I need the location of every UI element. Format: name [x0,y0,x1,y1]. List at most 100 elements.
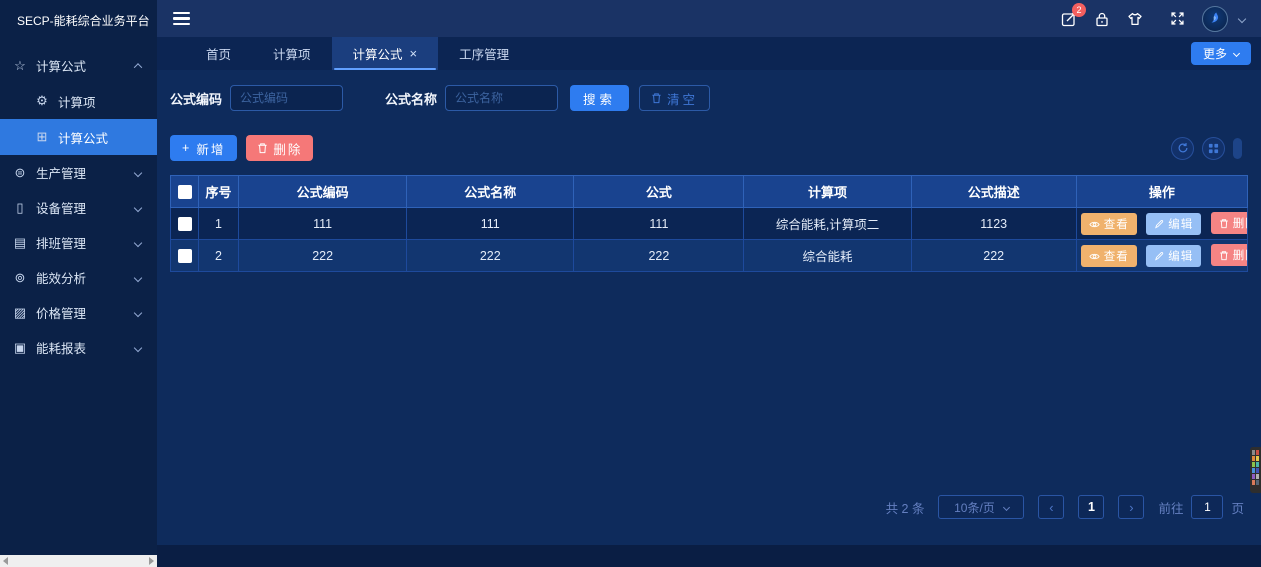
tab-calc-formula[interactable]: 计算公式 × [332,37,439,70]
column-settings-icon[interactable] [1202,137,1225,160]
sidebar-item-production[interactable]: ⊜ 生产管理 [0,155,157,190]
table-row: 1 111 111 111 综合能耗,计算项二 1123 查看 [171,208,1248,240]
sidebar-item-calc-item[interactable]: ⚙ 计算项 [0,83,157,119]
pagination: 共 2 条 10条/页 ‹ 1 › 前往 页 [170,495,1248,519]
delete-button-label: 删除 [273,139,302,158]
view-button[interactable]: 查看 [1081,213,1137,235]
scrollbar-left-arrow[interactable] [3,557,8,565]
formula-code-input[interactable] [230,85,343,111]
report-icon: ▣ [12,340,28,356]
grid-icon: ⊞ [34,129,50,145]
row-checkbox[interactable] [178,217,192,231]
app-logo: SECP-能耗综合业务平台 [0,0,157,40]
sidebar-item-label: 设备管理 [36,198,86,217]
sidebar-group-calc-formula[interactable]: ☆ 计算公式 [0,48,157,83]
chevron-down-icon [134,168,142,176]
page-size-select[interactable]: 10条/页 [938,495,1024,519]
formula-code-label: 公式编码 [170,89,222,108]
sidebar-item-analysis[interactable]: ⊚ 能效分析 [0,260,157,295]
gear-icon: ⚙ [34,93,50,109]
clear-button[interactable]: 清空 [639,85,710,111]
edit-button-label: 编辑 [1168,216,1193,232]
sidebar-item-label: 价格管理 [36,303,86,322]
table-header-row: 序号 公式编码 公式名称 公式 计算项 公式描述 操作 [171,176,1248,208]
edit-button[interactable]: 编辑 [1146,213,1201,235]
chevron-down-icon[interactable] [1238,14,1246,22]
tab-label: 计算公式 [353,44,403,63]
lock-icon[interactable] [1094,11,1110,27]
sidebar-item-label: 生产管理 [36,163,86,182]
chevron-down-icon [134,238,142,246]
column-header-name: 公式名称 [407,176,574,208]
more-button[interactable]: 更多 [1191,42,1251,65]
cell-code: 111 [239,208,407,240]
select-all-checkbox[interactable] [178,185,192,199]
edit-button[interactable]: 编辑 [1146,245,1201,267]
trash-icon [257,142,268,154]
row-delete-button-label: 删除 [1233,215,1248,231]
search-button[interactable]: 搜索 [570,85,629,111]
sidebar-horizontal-scrollbar[interactable] [0,555,157,567]
hamburger-menu-button[interactable] [173,9,190,28]
price-icon: ▨ [12,305,28,321]
tabbar: 首页 计算项 计算公式 × 工序管理 更多 [157,37,1261,70]
chevron-down-icon [134,308,142,316]
cell-formula: 222 [574,240,744,272]
theme-shirt-icon[interactable] [1127,11,1143,27]
message-icon[interactable]: 2 [1061,11,1077,27]
main-area: 2 [157,0,1261,567]
fullscreen-icon[interactable] [1170,11,1185,26]
row-delete-button[interactable]: 删除 [1211,244,1248,266]
cell-code: 222 [239,240,407,272]
cell-desc: 1123 [911,208,1076,240]
star-icon: ☆ [12,58,28,74]
sidebar-group-label: 计算公式 [36,56,86,75]
cell-item: 综合能耗,计算项二 [744,208,911,240]
sidebar-item-schedule[interactable]: ▤ 排班管理 [0,225,157,260]
tab-process-mgmt[interactable]: 工序管理 [438,37,530,70]
tab-calc-item[interactable]: 计算项 [252,37,332,70]
view-button[interactable]: 查看 [1081,245,1137,267]
close-icon[interactable]: × [410,47,418,60]
add-button[interactable]: + 新增 [170,135,237,161]
cell-desc: 222 [911,240,1076,272]
sidebar: SECP-能耗综合业务平台 ☆ 计算公式 ⚙ 计算项 ⊞ 计算公式 ⊜ 生产管理 [0,0,157,567]
sidebar-item-label: 能耗报表 [36,338,86,357]
sidebar-item-device[interactable]: ▯ 设备管理 [0,190,157,225]
total-count-label: 共 2 条 [886,498,925,517]
pencil-icon [1154,251,1164,261]
chevron-down-icon [1233,50,1240,57]
goto-unit-label: 页 [1231,498,1244,517]
avatar[interactable] [1202,6,1228,32]
column-header-code: 公式编码 [239,176,407,208]
sidebar-item-label: 计算项 [58,92,96,111]
avatar-logo-icon [1208,11,1223,26]
sidebar-item-label: 能效分析 [36,268,86,287]
eye-icon [1089,252,1100,261]
sidebar-item-report[interactable]: ▣ 能耗报表 [0,330,157,365]
device-icon: ▯ [12,200,28,216]
sidebar-menu: ☆ 计算公式 ⚙ 计算项 ⊞ 计算公式 ⊜ 生产管理 ▯ 设备管理 [0,40,157,365]
search-form: 公式编码 公式名称 搜索 清空 [170,84,1248,112]
topbar: 2 [157,0,1261,37]
row-checkbox[interactable] [178,249,192,263]
formula-name-input[interactable] [445,85,558,111]
schedule-icon: ▤ [12,235,28,251]
cell-index: 2 [199,240,239,272]
current-page[interactable]: 1 [1078,495,1104,519]
chevron-down-icon [134,203,142,211]
theme-palette-widget[interactable] [1250,447,1261,493]
scrollbar-right-arrow[interactable] [149,557,154,565]
sidebar-item-label: 计算公式 [58,128,108,147]
tab-home[interactable]: 首页 [185,37,252,70]
sidebar-item-calc-formula[interactable]: ⊞ 计算公式 [0,119,157,155]
delete-button[interactable]: 删除 [246,135,313,161]
sidebar-item-price[interactable]: ▨ 价格管理 [0,295,157,330]
refresh-icon[interactable] [1171,137,1194,160]
view-button-label: 查看 [1104,248,1129,264]
chevron-down-icon [134,273,142,281]
prev-page-button[interactable]: ‹ [1038,495,1064,519]
goto-page-input[interactable] [1191,495,1223,519]
next-page-button[interactable]: › [1118,495,1144,519]
row-delete-button[interactable]: 删除 [1211,212,1248,234]
